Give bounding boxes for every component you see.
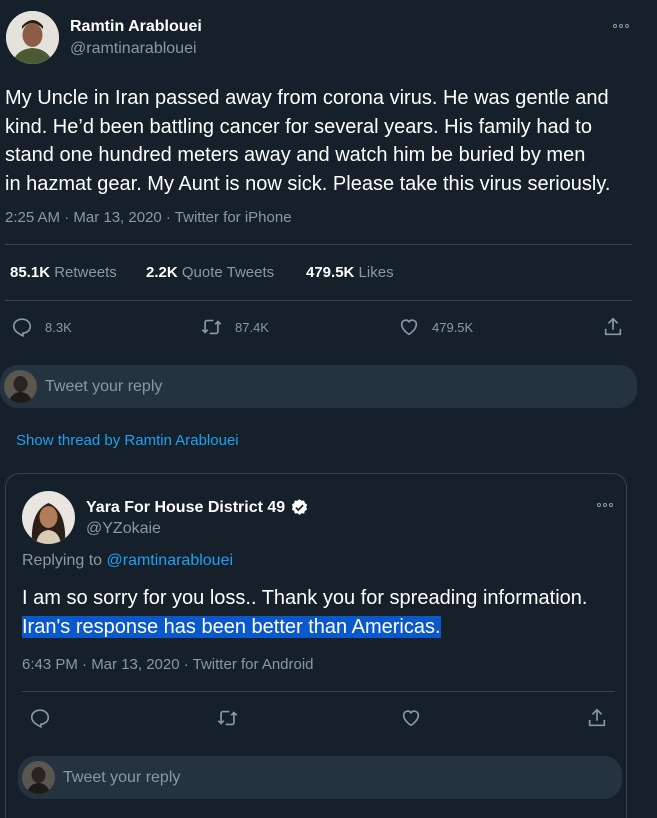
retweet-button[interactable]: 87.4K xyxy=(200,316,269,338)
reply-icon xyxy=(30,709,50,728)
divider xyxy=(5,244,632,245)
reply-retweet-button[interactable] xyxy=(216,707,239,729)
reply-composer-2[interactable]: Tweet your reply xyxy=(18,756,622,799)
retweets-count: 85.1K xyxy=(10,264,51,281)
share-button[interactable] xyxy=(602,316,624,338)
replying-to-label: Replying to xyxy=(22,552,103,569)
quote-count: 2.2K xyxy=(146,264,178,281)
retweet-count: 87.4K xyxy=(235,319,269,335)
tweet-text-line: in hazmat gear. My Aunt is now sick. Ple… xyxy=(5,172,611,195)
reply-icon xyxy=(12,318,32,337)
divider xyxy=(22,691,615,692)
reply-placeholder-2[interactable]: Tweet your reply xyxy=(63,769,180,787)
user-avatar xyxy=(22,761,55,794)
retweet-icon xyxy=(217,710,238,726)
show-thread-link[interactable]: Show thread by Ramtin Arablouei xyxy=(16,432,239,449)
share-icon xyxy=(604,317,622,336)
reply-count: 8.3K xyxy=(45,319,72,335)
divider xyxy=(5,300,632,301)
tweet-text-line: stand one hundred meters away and watch … xyxy=(5,144,586,166)
reply-tweet-text: I am so sorry for you loss.. Thank you f… xyxy=(22,584,622,641)
like-count: 479.5K xyxy=(432,319,474,335)
reply-author-name: Yara For House District 49 xyxy=(86,498,286,516)
retweet-icon xyxy=(201,319,222,335)
reply-author-avatar[interactable] xyxy=(22,491,75,544)
verified-badge-icon xyxy=(292,499,308,515)
quote-tweets-stat[interactable]: 2.2K Quote Tweets xyxy=(146,264,274,281)
quote-label: Quote Tweets xyxy=(181,264,275,281)
reply-tweet-card[interactable]: Yara For House District 49 @YZokaie Repl… xyxy=(5,473,627,818)
reply-composer[interactable]: Tweet your reply xyxy=(0,365,637,408)
tweet-text: My Uncle in Iran passed away from corona… xyxy=(5,84,653,198)
reply-timestamp[interactable]: 6:43 PM · Mar 13, 2020 · Twitter for And… xyxy=(22,656,314,673)
replying-to-handle[interactable]: @ramtinarablouei xyxy=(107,552,234,569)
retweets-stat[interactable]: 85.1K Retweets xyxy=(10,264,117,281)
author-handle[interactable]: @ramtinarablouei xyxy=(70,40,197,58)
reply-button[interactable]: 8.3K xyxy=(11,316,72,338)
reply-more-options-icon[interactable] xyxy=(597,503,613,507)
likes-count: 479.5K xyxy=(306,264,355,281)
reply-author-handle[interactable]: @YZokaie xyxy=(86,520,161,538)
tweet-timestamp[interactable]: 2:25 AM · Mar 13, 2020 · Twitter for iPh… xyxy=(5,209,292,226)
author-name[interactable]: Ramtin Arablouei xyxy=(70,18,202,36)
user-avatar xyxy=(4,370,37,403)
like-button[interactable]: 479.5K xyxy=(398,316,473,338)
likes-label: Likes xyxy=(358,264,394,281)
share-icon xyxy=(588,708,606,727)
reply-placeholder[interactable]: Tweet your reply xyxy=(45,378,162,396)
reply-reply-button[interactable] xyxy=(29,707,51,729)
reply-like-button[interactable] xyxy=(400,707,422,729)
replying-to: Replying to @ramtinarablouei xyxy=(22,552,233,570)
tweet-text-line: kind. He’d been battling cancer for seve… xyxy=(5,115,592,138)
author-avatar[interactable] xyxy=(6,11,59,64)
reply-author-name-row[interactable]: Yara For House District 49 xyxy=(86,498,309,517)
reply-text-line: I am so sorry for you loss.. Thank you f… xyxy=(22,587,588,609)
likes-stat[interactable]: 479.5K Likes xyxy=(306,264,394,281)
reply-text-selected: Iran's response has been better than Ame… xyxy=(22,615,441,638)
retweets-label: Retweets xyxy=(54,264,117,281)
tweet-text-line: My Uncle in Iran passed away from corona… xyxy=(5,87,609,109)
heart-icon xyxy=(400,319,418,336)
reply-share-button[interactable] xyxy=(586,707,608,729)
more-options-icon[interactable] xyxy=(613,24,629,28)
heart-icon xyxy=(402,710,420,727)
